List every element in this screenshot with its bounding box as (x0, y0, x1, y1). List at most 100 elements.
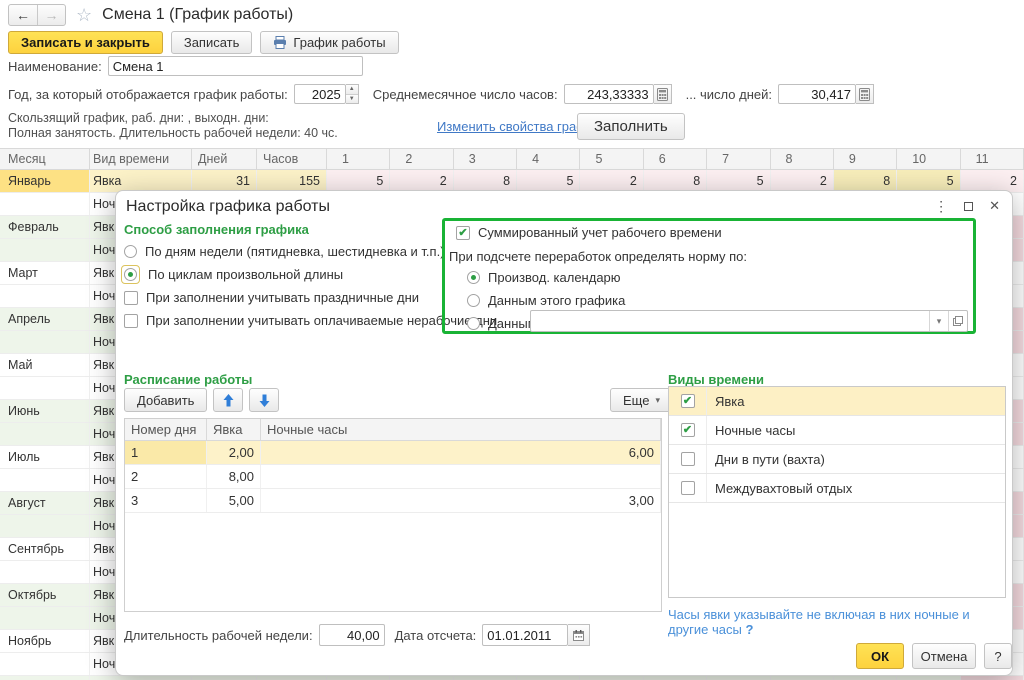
day-value-cell[interactable] (834, 676, 898, 680)
month-cell[interactable] (0, 561, 90, 583)
night-hours-cell[interactable]: 3,00 (261, 489, 661, 512)
month-cell[interactable]: Июнь (0, 400, 90, 422)
other-schedule-combo[interactable]: ▾ (530, 310, 968, 332)
month-cell[interactable] (0, 193, 90, 215)
ok-button[interactable]: ОК (856, 643, 904, 669)
days-cell[interactable] (192, 676, 257, 680)
start-date-input[interactable] (482, 624, 569, 646)
schedule-row[interactable]: 1 2,00 6,00 (125, 441, 661, 465)
forward-button[interactable]: → (37, 5, 65, 25)
day-number-cell[interactable]: 2 (125, 465, 207, 488)
radio-calendar-row[interactable]: Производ. календарю (467, 270, 621, 285)
radio-by-week-row[interactable]: По дням недели (пятидневка, шестидневка … (124, 244, 445, 259)
day-value-cell[interactable] (327, 676, 391, 680)
avg-hours-input[interactable] (563, 84, 654, 104)
time-type-item[interactable]: Дни в пути (вахта) (669, 445, 1005, 474)
fill-button[interactable]: Заполнить (577, 113, 685, 140)
day-value-cell[interactable] (897, 676, 961, 680)
day-value-cell[interactable] (960, 676, 1024, 680)
hours-cell[interactable] (257, 676, 327, 680)
month-cell[interactable] (0, 653, 90, 675)
help-button[interactable]: ? (984, 643, 1012, 669)
save-and-close-button[interactable]: Записать и закрыть (8, 31, 163, 54)
calendar-button[interactable] (568, 624, 591, 646)
more-button[interactable]: Еще ▾ (610, 388, 673, 412)
day-value-cell[interactable]: 2 (580, 170, 644, 192)
month-cell[interactable] (0, 331, 90, 353)
month-cell[interactable]: Март (0, 262, 90, 284)
save-button[interactable]: Записать (170, 31, 253, 54)
attendance-cell[interactable]: 5,00 (207, 489, 261, 512)
favorite-star-icon[interactable]: ☆ (76, 5, 92, 25)
month-cell[interactable]: Сентябрь (0, 538, 90, 560)
day-value-cell[interactable]: 2 (960, 170, 1024, 192)
cancel-button[interactable]: Отмена (912, 643, 976, 669)
schedule-row[interactable]: 3 5,00 3,00 (125, 489, 661, 513)
day-value-cell[interactable] (771, 676, 834, 680)
day-value-cell[interactable]: 5 (517, 170, 581, 192)
night-hours-cell[interactable] (261, 465, 661, 488)
month-cell[interactable]: Август (0, 492, 90, 514)
print-schedule-button[interactable]: График работы (260, 31, 399, 54)
move-up-button[interactable] (213, 388, 244, 412)
month-cell[interactable]: Февраль (0, 216, 90, 238)
day-value-cell[interactable]: 8 (453, 170, 518, 192)
calculator-button-2[interactable] (856, 84, 875, 104)
close-icon[interactable]: ✕ (989, 199, 1000, 213)
day-value-cell[interactable] (580, 676, 644, 680)
day-value-cell[interactable] (517, 676, 581, 680)
month-cell[interactable] (0, 285, 90, 307)
attendance-cell[interactable]: 8,00 (207, 465, 261, 488)
add-button[interactable]: Добавить (124, 388, 208, 412)
day-value-cell[interactable]: 8 (643, 170, 708, 192)
day-value-cell[interactable]: 8 (833, 170, 898, 192)
month-cell[interactable]: Ноябрь (0, 630, 90, 652)
days-cell[interactable]: 31 (192, 170, 257, 192)
radio-this-schedule-row[interactable]: Данным этого графика (467, 293, 625, 308)
day-number-cell[interactable]: 1 (125, 441, 207, 464)
menu-icon[interactable]: ⋮ (934, 199, 948, 213)
maximize-icon[interactable] (964, 201, 974, 211)
time-type-item[interactable]: ✔ Явка (669, 387, 1005, 416)
day-value-cell[interactable] (644, 676, 708, 680)
day-value-cell[interactable]: 5 (327, 170, 391, 192)
day-value-cell[interactable]: 2 (770, 170, 834, 192)
time-type-item[interactable]: Междувахтовый отдых (669, 474, 1005, 503)
month-cell[interactable]: Январь (0, 170, 90, 192)
month-cell[interactable] (0, 607, 90, 629)
checkbox-holidays-row[interactable]: При заполнении учитывать праздничные дни (124, 290, 419, 305)
month-cell[interactable]: Май (0, 354, 90, 376)
month-cell[interactable]: Октябрь (0, 584, 90, 606)
day-value-cell[interactable]: 5 (897, 170, 961, 192)
back-button[interactable]: ← (9, 5, 37, 25)
time-type-cell[interactable]: Явка (90, 170, 192, 192)
hours-cell[interactable]: 155 (257, 170, 327, 192)
checkbox-icon[interactable] (680, 452, 695, 466)
help-question-icon[interactable]: ? (746, 622, 754, 637)
chevron-down-icon[interactable]: ▾ (929, 311, 948, 331)
month-cell[interactable] (0, 515, 90, 537)
avg-days-input[interactable] (778, 84, 857, 104)
open-link-icon[interactable] (948, 311, 967, 331)
checkbox-icon[interactable] (680, 481, 695, 495)
time-type-cell[interactable]: Явка (90, 676, 192, 680)
calculator-button[interactable] (653, 84, 672, 104)
attendance-hours-hint-link[interactable]: Часы явки указывайте не включая в них но… (668, 607, 1013, 637)
attendance-cell[interactable]: 2,00 (207, 441, 261, 464)
checkbox-summarized-row[interactable]: ✔ Суммированный учет рабочего времени (456, 225, 722, 240)
day-number-cell[interactable]: 3 (125, 489, 207, 512)
month-cell[interactable] (0, 423, 90, 445)
time-type-item[interactable]: ✔ Ночные часы (669, 416, 1005, 445)
month-cell[interactable]: Декабрь (0, 676, 90, 680)
radio-by-cycles-row[interactable]: По циклам произвольной длины (121, 265, 343, 284)
table-row[interactable]: ДекабрьЯвка (0, 676, 1024, 680)
month-cell[interactable]: Апрель (0, 308, 90, 330)
day-value-cell[interactable]: 2 (390, 170, 454, 192)
move-down-button[interactable] (249, 388, 280, 412)
day-value-cell[interactable] (454, 676, 518, 680)
schedule-row[interactable]: 2 8,00 (125, 465, 661, 489)
week-length-input[interactable] (318, 624, 385, 646)
checkbox-checked-icon[interactable]: ✔ (680, 394, 695, 408)
month-cell[interactable]: Июль (0, 446, 90, 468)
day-value-cell[interactable]: 5 (707, 170, 771, 192)
